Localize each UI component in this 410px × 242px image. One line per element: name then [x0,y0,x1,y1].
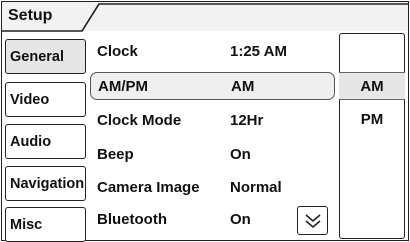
title-tab-outline [2,3,409,32]
nav-item-label: Navigation [10,175,85,192]
setting-row-beep[interactable]: Beep On [90,141,335,169]
setting-row-clock-mode[interactable]: Clock Mode 12Hr [90,107,335,135]
setting-value: On [230,211,251,228]
setting-value: AM [231,78,255,95]
page-title: Setup [8,7,53,24]
setting-value: 12Hr [230,112,264,129]
option-pm[interactable]: PM [339,105,405,133]
setting-label: Clock [97,43,138,60]
nav-item-misc[interactable]: Misc [5,207,86,242]
options-panel [339,33,405,239]
setting-value: 1:25 AM [230,43,287,60]
option-label: PM [360,110,384,128]
setting-label: Bluetooth [97,211,167,228]
scroll-down-button[interactable] [297,206,328,235]
option-am[interactable]: AM [339,72,405,100]
setting-label: Beep [97,146,134,163]
option-label: AM [360,77,384,95]
nav-item-label: Audio [10,133,52,150]
setting-value: Normal [230,179,282,196]
nav-item-label: General [10,48,64,65]
double-chevron-down-icon [304,213,321,228]
nav-item-general[interactable]: General [5,39,86,74]
nav-item-navigation[interactable]: Navigation [5,166,86,201]
nav-item-video[interactable]: Video [5,82,86,117]
setting-row-camera-image[interactable]: Camera Image Normal [90,174,335,202]
nav-item-audio[interactable]: Audio [5,124,86,159]
setting-row-clock[interactable]: Clock 1:25 AM [90,38,335,66]
setting-row-am-pm[interactable]: AM/PM AM [90,72,335,100]
nav-item-label: Misc [10,216,43,233]
setting-label: Clock Mode [97,112,182,129]
setting-label: AM/PM [98,78,148,95]
setting-label: Camera Image [97,179,200,196]
nav-item-label: Video [10,91,50,108]
setting-value: On [230,146,251,163]
